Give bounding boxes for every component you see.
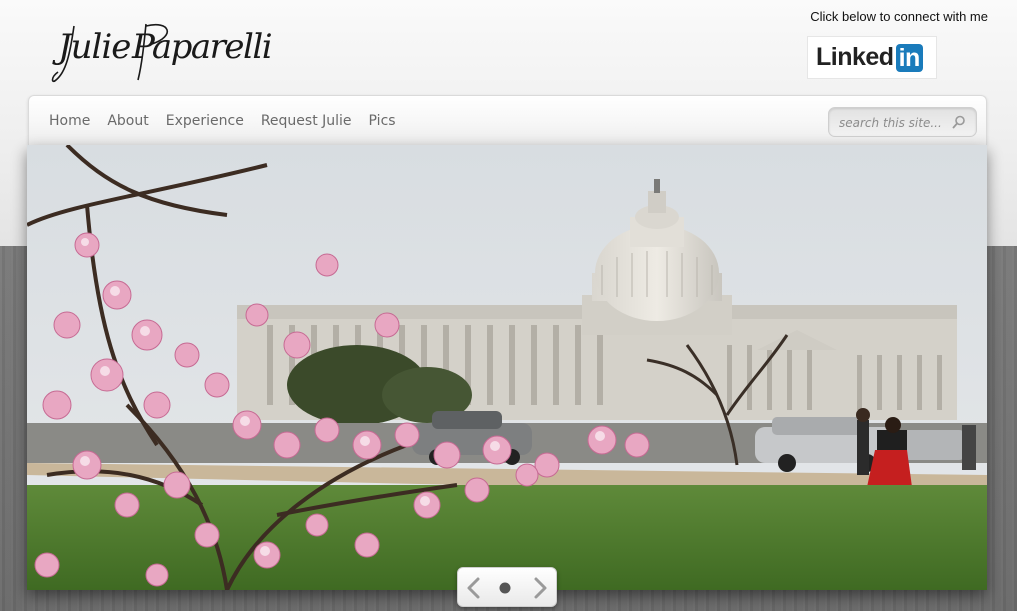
linkedin-button[interactable]: Linked in [807,36,937,79]
nav-menu: Home About Experience Request Julie Pics [49,113,396,129]
nav-item-pics[interactable]: Pics [369,113,396,129]
image-slider [27,145,987,590]
slide-dot-icon[interactable] [498,581,512,595]
svg-text:Julie: Julie [52,27,130,67]
linkedin-in-badge: in [895,43,923,72]
linkedin-word: Linked [816,43,894,71]
logo-signature-image: Julie Paparelli [51,23,273,83]
main-nav: Home About Experience Request Julie Pics [28,95,987,145]
slide-photo-capitol [27,145,987,590]
svg-text:Paparelli: Paparelli [131,27,272,67]
search-box [828,107,977,137]
nav-item-experience[interactable]: Experience [166,113,244,129]
search-icon[interactable] [951,114,967,130]
connect-text: Click below to connect with me [810,9,988,24]
chevron-left-icon[interactable] [463,576,485,600]
nav-item-home[interactable]: Home [49,113,90,129]
search-input[interactable] [839,114,947,132]
site-logo[interactable]: Julie Paparelli [51,14,273,86]
slider-controls [457,567,557,607]
nav-item-request-julie[interactable]: Request Julie [261,113,352,129]
chevron-right-icon[interactable] [529,576,551,600]
nav-item-about[interactable]: About [107,113,148,129]
